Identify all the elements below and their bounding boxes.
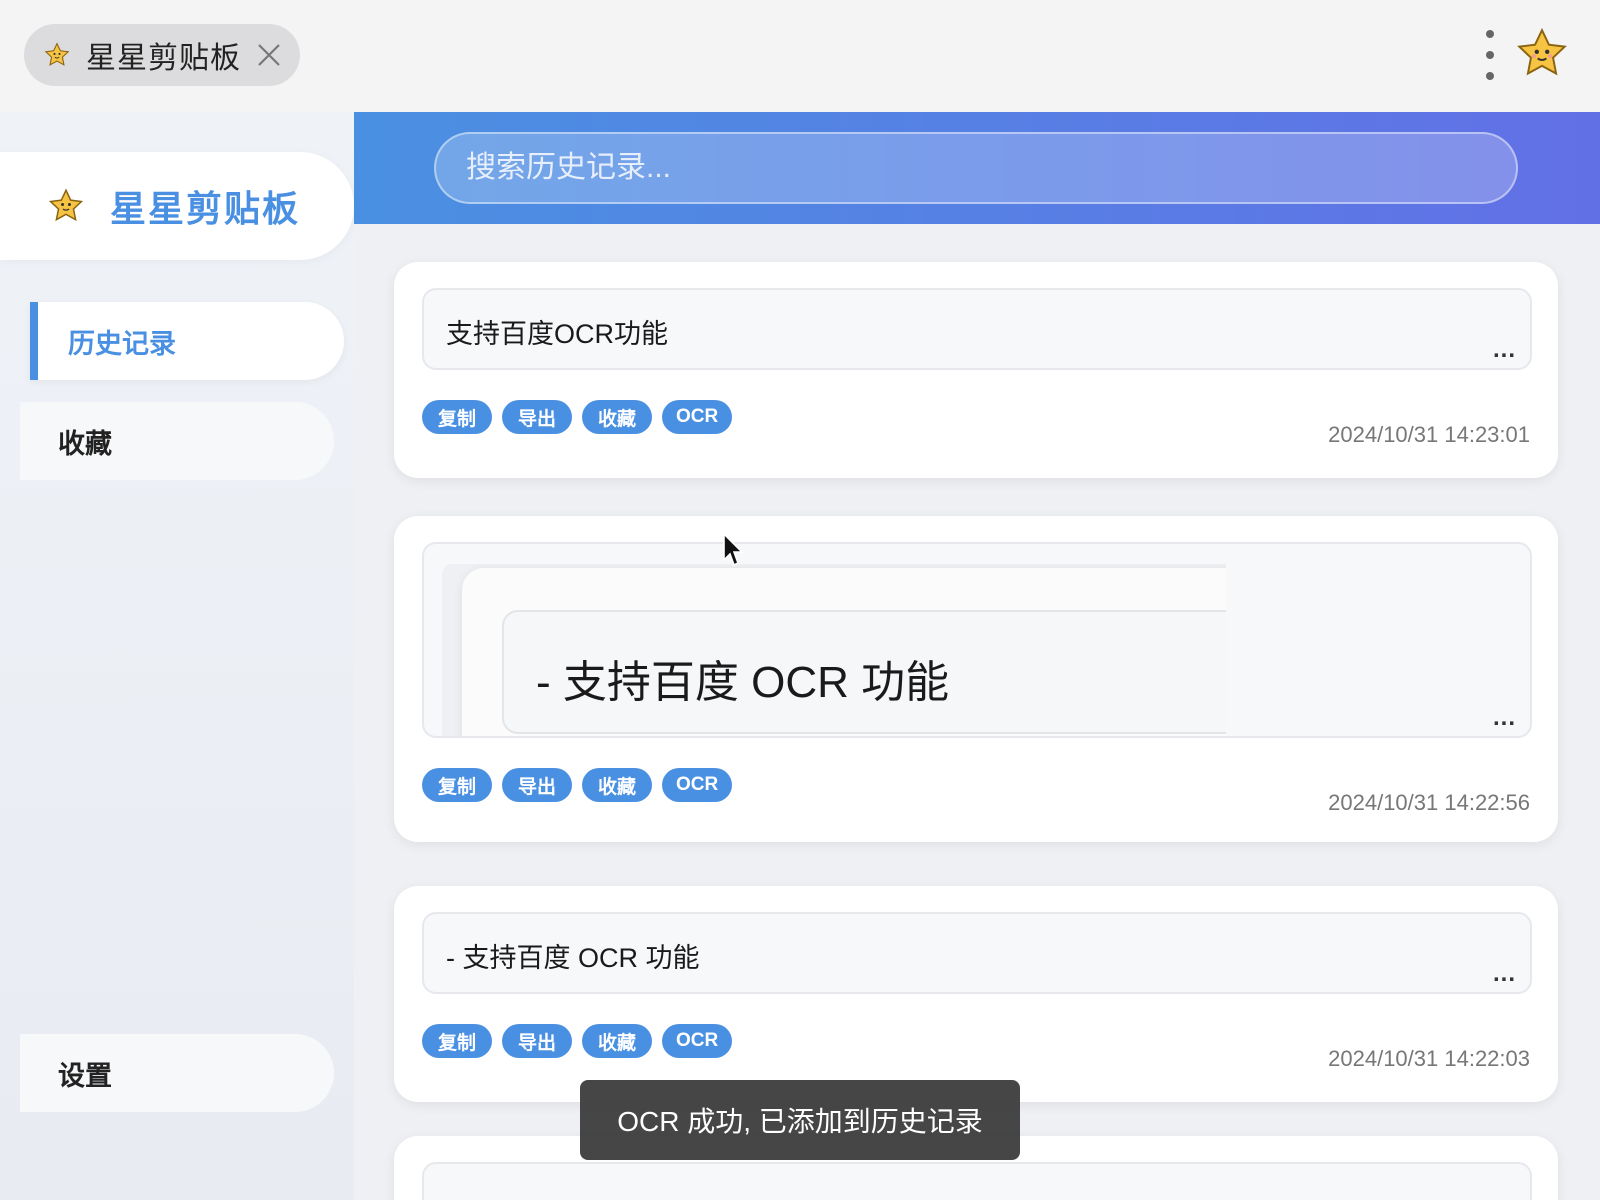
more-dots-icon[interactable]: ... bbox=[1493, 960, 1516, 988]
timestamp: 2024/10/31 14:22:56 bbox=[1328, 790, 1530, 815]
ocr-button[interactable]: OCR bbox=[662, 400, 733, 434]
copy-button[interactable]: 复制 bbox=[422, 768, 492, 802]
card-image-preview[interactable]: - 支持百度 OCR 功能 ... bbox=[422, 542, 1532, 738]
sidebar: 星星剪贴板 历史记录 收藏 设置 bbox=[0, 112, 354, 1200]
header bbox=[354, 112, 1600, 224]
image-field: - 支持百度 OCR 功能 bbox=[502, 610, 1226, 734]
app-tab[interactable]: 星星剪贴板 bbox=[24, 24, 300, 86]
favorite-button[interactable]: 收藏 bbox=[582, 400, 652, 434]
sidebar-item-favorites[interactable]: 收藏 bbox=[20, 402, 334, 480]
favorite-button[interactable]: 收藏 bbox=[582, 768, 652, 802]
more-dots-icon[interactable]: ... bbox=[1493, 704, 1516, 732]
image-text: - 支持百度 OCR 功能 bbox=[536, 658, 950, 707]
brand-name: 星星剪贴板 bbox=[110, 188, 301, 229]
export-button[interactable]: 导出 bbox=[502, 400, 572, 434]
card-content[interactable]: - 支持百度 OCR 功能 ... bbox=[422, 912, 1532, 994]
tab-title: 星星剪贴板 bbox=[86, 42, 241, 75]
card-content[interactable]: 支持百度OCR功能 ... bbox=[422, 288, 1532, 370]
export-button[interactable]: 导出 bbox=[502, 768, 572, 802]
card-content[interactable] bbox=[422, 1162, 1532, 1200]
copy-button[interactable]: 复制 bbox=[422, 400, 492, 434]
sidebar-item-history[interactable]: 历史记录 bbox=[30, 302, 344, 380]
favorite-button[interactable]: 收藏 bbox=[582, 1024, 652, 1058]
search-input[interactable] bbox=[434, 132, 1518, 204]
card-text: - 支持百度 OCR 功能 bbox=[446, 943, 700, 973]
card-actions: 复制 导出 收藏 OCR bbox=[422, 400, 733, 434]
image-window: - 支持百度 OCR 功能 bbox=[462, 568, 1226, 736]
toast-notification: OCR 成功, 已添加到历史记录 bbox=[580, 1080, 1020, 1160]
close-icon[interactable] bbox=[256, 42, 282, 68]
timestamp: 2024/10/31 14:23:01 bbox=[1328, 422, 1530, 447]
ocr-button[interactable]: OCR bbox=[662, 768, 733, 802]
export-button[interactable]: 导出 bbox=[502, 1024, 572, 1058]
more-dots-icon[interactable]: ... bbox=[1493, 336, 1516, 364]
history-card: - 支持百度 OCR 功能 ... 复制 导出 收藏 OCR 2024/10/3… bbox=[394, 516, 1558, 842]
history-card: 支持百度OCR功能 ... 复制 导出 收藏 OCR 2024/10/31 14… bbox=[394, 262, 1558, 478]
star-avatar-icon[interactable] bbox=[1516, 28, 1568, 80]
card-text: 支持百度OCR功能 bbox=[446, 319, 668, 349]
star-icon bbox=[48, 188, 84, 222]
cursor-icon bbox=[723, 532, 744, 567]
more-vert-icon[interactable] bbox=[1482, 30, 1498, 80]
title-bar: 星星剪贴板 bbox=[0, 0, 1600, 112]
sidebar-item-settings[interactable]: 设置 bbox=[20, 1034, 334, 1112]
image-thumbnail: - 支持百度 OCR 功能 bbox=[442, 564, 1226, 736]
star-icon bbox=[44, 42, 70, 66]
copy-button[interactable]: 复制 bbox=[422, 1024, 492, 1058]
card-actions: 复制 导出 收藏 OCR bbox=[422, 768, 733, 802]
history-card: - 支持百度 OCR 功能 ... 复制 导出 收藏 OCR 2024/10/3… bbox=[394, 886, 1558, 1102]
brand: 星星剪贴板 bbox=[0, 152, 354, 260]
ocr-button[interactable]: OCR bbox=[662, 1024, 733, 1058]
card-actions: 复制 导出 收藏 OCR bbox=[422, 1024, 733, 1058]
main-content: 支持百度OCR功能 ... 复制 导出 收藏 OCR 2024/10/31 14… bbox=[354, 112, 1600, 1200]
timestamp: 2024/10/31 14:22:03 bbox=[1328, 1046, 1530, 1071]
